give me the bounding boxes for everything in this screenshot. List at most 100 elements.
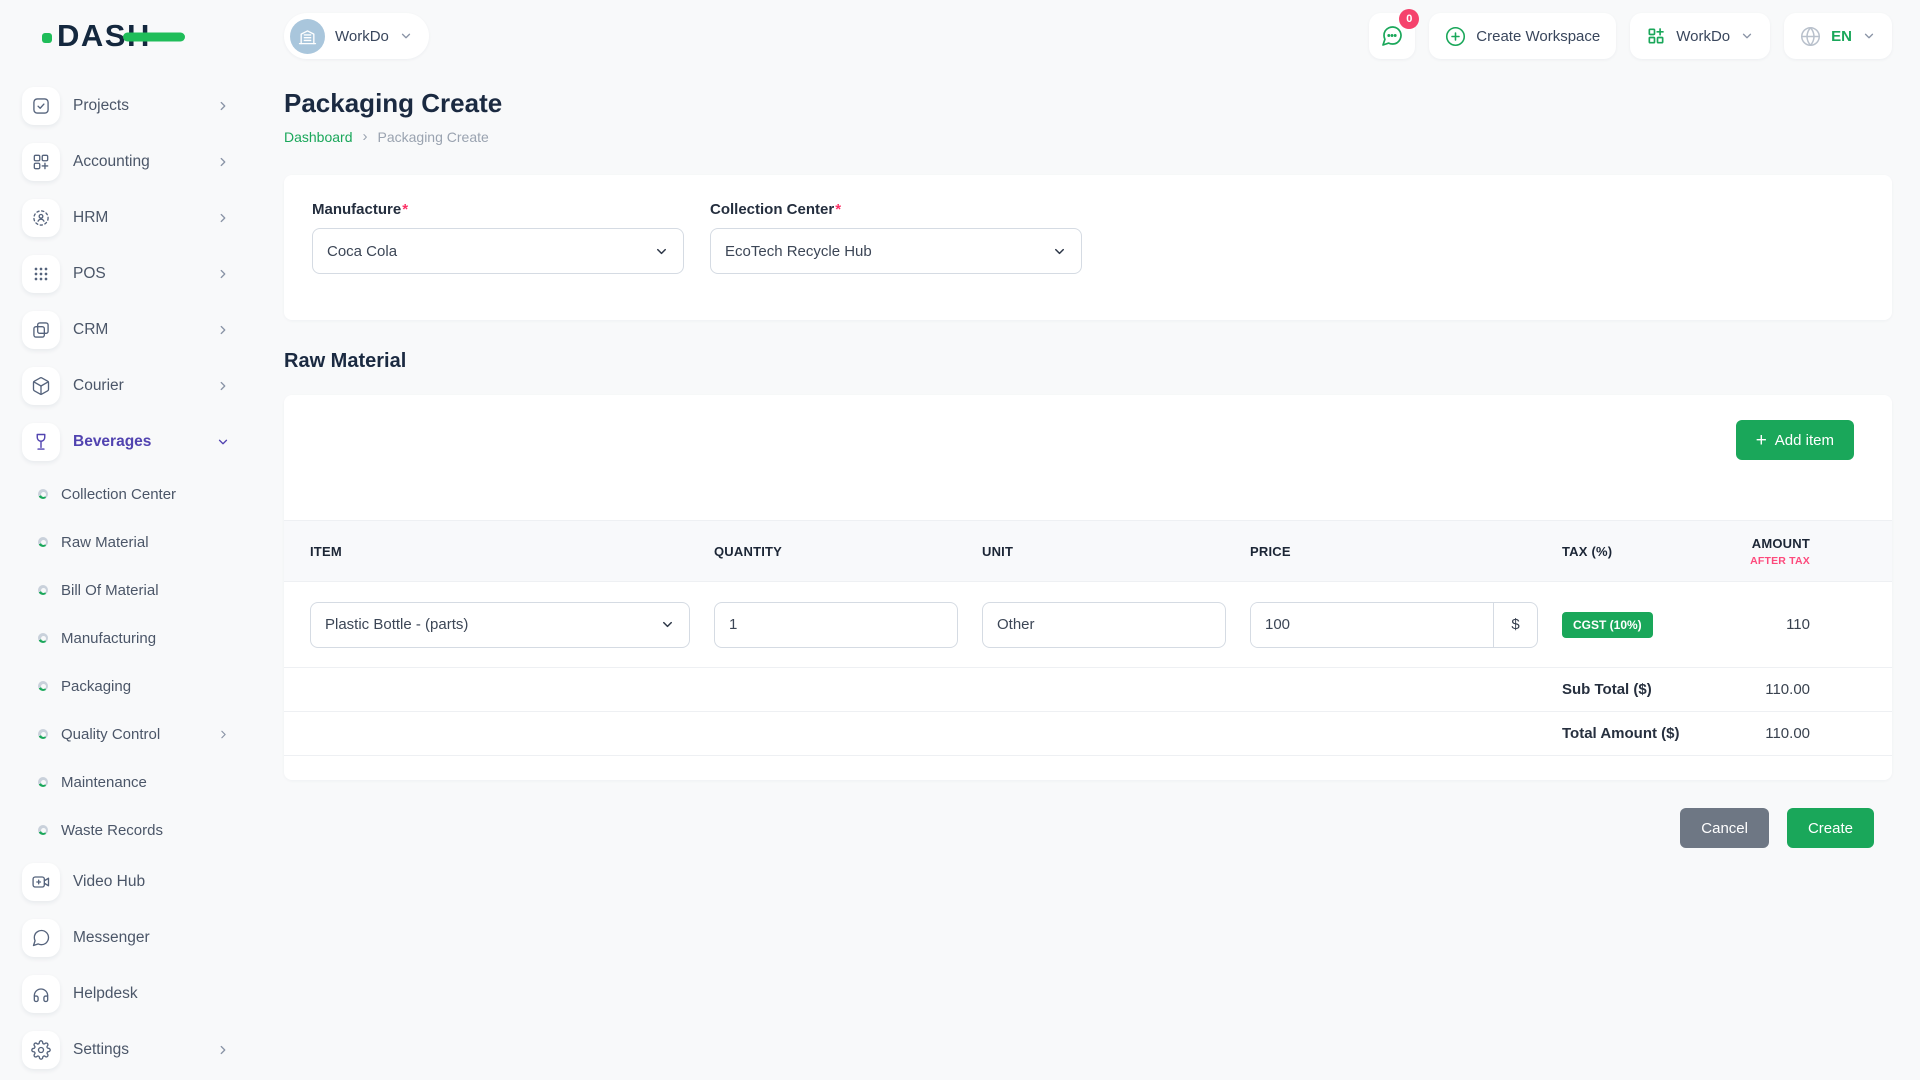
add-item-button[interactable]: + Add item — [1736, 420, 1854, 460]
topbar-right: 0 Create Workspace WorkDo EN — [1369, 13, 1892, 59]
plus-icon: + — [1756, 431, 1767, 450]
sidebar-subitem-label: Bill Of Material — [61, 582, 159, 599]
plus-circle-icon — [1445, 26, 1466, 47]
manufacture-field-group: Manufacture* Coca Cola — [312, 201, 684, 274]
tax-badge: CGST (10%) — [1562, 612, 1653, 638]
sidebar-subitem-label: Quality Control — [61, 726, 160, 743]
sidebar-item-projects[interactable]: Projects — [0, 78, 256, 134]
bullet-icon — [38, 777, 48, 787]
required-asterisk: * — [835, 201, 841, 218]
unit-cell — [970, 602, 1238, 648]
raw-material-section-title: Raw Material — [284, 350, 1892, 373]
sidebar-item-waste-records[interactable]: Waste Records — [0, 806, 256, 854]
cancel-button[interactable]: Cancel — [1680, 808, 1769, 848]
sidebar-item-crm[interactable]: CRM — [0, 302, 256, 358]
collection-center-label: Collection Center* — [710, 201, 1082, 218]
sidebar-item-courier[interactable]: Courier — [0, 358, 256, 414]
chevron-right-icon — [216, 211, 230, 225]
table-header-row: ITEM QUANTITY UNIT PRICE TAX (%) AMOUNT … — [284, 520, 1892, 582]
packaging-form-card: Manufacture* Coca Cola Collection Center… — [284, 175, 1892, 320]
add-item-label: Add item — [1775, 432, 1834, 449]
gear-icon — [22, 1031, 60, 1069]
item-select[interactable]: Plastic Bottle - (parts) — [310, 602, 690, 648]
manufacture-select[interactable]: Coca Cola — [312, 228, 684, 274]
sidebar: Projects Accounting HRM — [0, 72, 256, 1080]
raw-material-table: ITEM QUANTITY UNIT PRICE TAX (%) AMOUNT … — [284, 520, 1892, 756]
chevron-down-icon — [1862, 29, 1876, 43]
chevron-right-icon — [216, 99, 230, 113]
quantity-input[interactable] — [714, 602, 958, 648]
collection-center-select[interactable]: EcoTech Recycle Hub — [710, 228, 1082, 274]
chevron-right-icon — [216, 1043, 230, 1057]
sidebar-item-video-hub[interactable]: Video Hub — [0, 854, 256, 910]
dash-logo[interactable]: DASH — [42, 18, 151, 54]
column-header-price: PRICE — [1238, 544, 1550, 559]
unit-input[interactable] — [982, 602, 1226, 648]
chat-bubble-icon — [1380, 24, 1404, 48]
sidebar-item-label: Courier — [73, 377, 124, 395]
building-icon — [298, 27, 317, 46]
chevron-down-icon — [399, 29, 413, 43]
workspace-switcher[interactable]: WorkDo — [284, 13, 429, 59]
sidebar-item-quality-control[interactable]: Quality Control — [0, 710, 256, 758]
sidebar-item-accounting[interactable]: Accounting — [0, 134, 256, 190]
bullet-icon — [38, 681, 48, 691]
raw-material-card: + Add item ITEM QUANTITY UNIT PRICE TAX … — [284, 395, 1892, 780]
item-selected-value: Plastic Bottle - (parts) — [325, 616, 468, 633]
sidebar-item-label: POS — [73, 265, 106, 283]
create-button[interactable]: Create — [1787, 808, 1874, 848]
sidebar-item-raw-material[interactable]: Raw Material — [0, 518, 256, 566]
sidebar-item-label: CRM — [73, 321, 108, 339]
chevron-right-icon — [216, 155, 230, 169]
breadcrumb-separator-icon: › — [363, 128, 368, 145]
sidebar-item-beverages[interactable]: Beverages — [0, 414, 256, 470]
create-workspace-button[interactable]: Create Workspace — [1429, 13, 1616, 59]
topbar: DASH WorkDo 0 Crea — [0, 0, 1920, 72]
logo-dot-icon — [42, 33, 52, 43]
apps-menu-button[interactable]: WorkDo — [1630, 13, 1770, 59]
messages-button[interactable]: 0 — [1369, 13, 1415, 59]
form-actions: Cancel Create — [284, 808, 1892, 848]
beverages-icon — [22, 423, 60, 461]
sidebar-item-bill-of-material[interactable]: Bill Of Material — [0, 566, 256, 614]
sidebar-item-helpdesk[interactable]: Helpdesk — [0, 966, 256, 1022]
subtotal-label: Sub Total ($) — [1550, 681, 1736, 698]
sidebar-item-label: Beverages — [73, 433, 151, 451]
price-input[interactable] — [1251, 603, 1493, 647]
quantity-cell — [702, 602, 970, 648]
chevron-right-icon — [216, 267, 230, 281]
courier-icon — [22, 367, 60, 405]
language-selector[interactable]: EN — [1784, 13, 1892, 59]
sidebar-item-manufacturing[interactable]: Manufacturing — [0, 614, 256, 662]
sidebar-item-pos[interactable]: POS — [0, 246, 256, 302]
price-input-group: $ — [1250, 602, 1538, 648]
sidebar-subitem-label: Maintenance — [61, 774, 147, 791]
chevron-down-icon — [1740, 29, 1754, 43]
total-amount-row: Total Amount ($) 110.00 — [284, 712, 1892, 756]
column-header-tax: TAX (%) — [1550, 544, 1736, 559]
video-camera-icon — [22, 863, 60, 901]
sidebar-item-collection-center[interactable]: Collection Center — [0, 470, 256, 518]
sidebar-item-label: Settings — [73, 1041, 129, 1059]
sidebar-item-maintenance[interactable]: Maintenance — [0, 758, 256, 806]
sidebar-item-settings[interactable]: Settings — [0, 1022, 256, 1078]
column-header-amount: AMOUNT AFTER TAX — [1736, 536, 1866, 567]
bullet-icon — [38, 585, 48, 595]
sidebar-item-packaging[interactable]: Packaging — [0, 662, 256, 710]
chevron-right-icon — [216, 323, 230, 337]
chevron-down-icon — [216, 435, 230, 449]
apps-menu-label: WorkDo — [1676, 28, 1730, 45]
item-cell: Plastic Bottle - (parts) — [310, 602, 702, 648]
price-cell: $ — [1238, 602, 1550, 648]
collection-center-field-group: Collection Center* EcoTech Recycle Hub — [710, 201, 1082, 274]
bullet-icon — [38, 825, 48, 835]
sidebar-item-hrm[interactable]: HRM — [0, 190, 256, 246]
column-header-unit: UNIT — [970, 544, 1238, 559]
notification-badge: 0 — [1399, 9, 1419, 29]
workspace-avatar — [290, 19, 325, 54]
amount-cell: 110 — [1736, 616, 1866, 633]
logo-dash-bar-icon — [123, 32, 185, 41]
sidebar-item-messenger[interactable]: Messenger — [0, 910, 256, 966]
breadcrumb-dashboard-link[interactable]: Dashboard — [284, 129, 353, 145]
pos-icon — [22, 255, 60, 293]
